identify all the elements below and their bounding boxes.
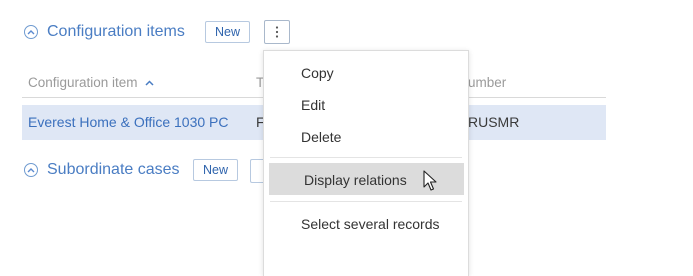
menu-separator <box>270 201 462 202</box>
menu-item-copy[interactable]: Copy <box>301 65 334 81</box>
number-cell: RUSMR <box>468 114 520 130</box>
sort-ascending-icon <box>145 79 154 86</box>
subordinate-cases-header[interactable]: Subordinate cases <box>24 159 180 181</box>
chevron-up-circle-icon[interactable] <box>24 163 38 177</box>
context-menu: Copy Edit Delete Display relations Selec… <box>263 50 469 276</box>
mouse-pointer-icon <box>423 170 437 191</box>
column-header-configuration-item[interactable]: Configuration item <box>28 75 154 90</box>
menu-item-delete[interactable]: Delete <box>301 129 341 145</box>
menu-separator <box>270 157 462 158</box>
column-header-number[interactable]: umber <box>468 75 506 90</box>
menu-item-edit[interactable]: Edit <box>301 97 325 113</box>
configuration-items-title[interactable]: Configuration items <box>47 23 185 41</box>
more-actions-button[interactable] <box>264 20 290 44</box>
vertical-ellipsis-icon <box>275 26 279 38</box>
configuration-items-header[interactable]: Configuration items <box>24 21 185 43</box>
chevron-up-circle-icon[interactable] <box>24 25 38 39</box>
configuration-item-link[interactable]: Everest Home & Office 1030 PC <box>28 114 229 130</box>
subordinate-cases-title[interactable]: Subordinate cases <box>47 161 180 179</box>
configuration-items-new-button[interactable]: New <box>205 21 251 43</box>
menu-item-select-several-records[interactable]: Select several records <box>301 216 440 232</box>
menu-item-display-relations[interactable]: Display relations <box>304 172 407 188</box>
subordinate-cases-new-button[interactable]: New <box>193 159 239 181</box>
column-header-label: Configuration item <box>28 75 138 90</box>
